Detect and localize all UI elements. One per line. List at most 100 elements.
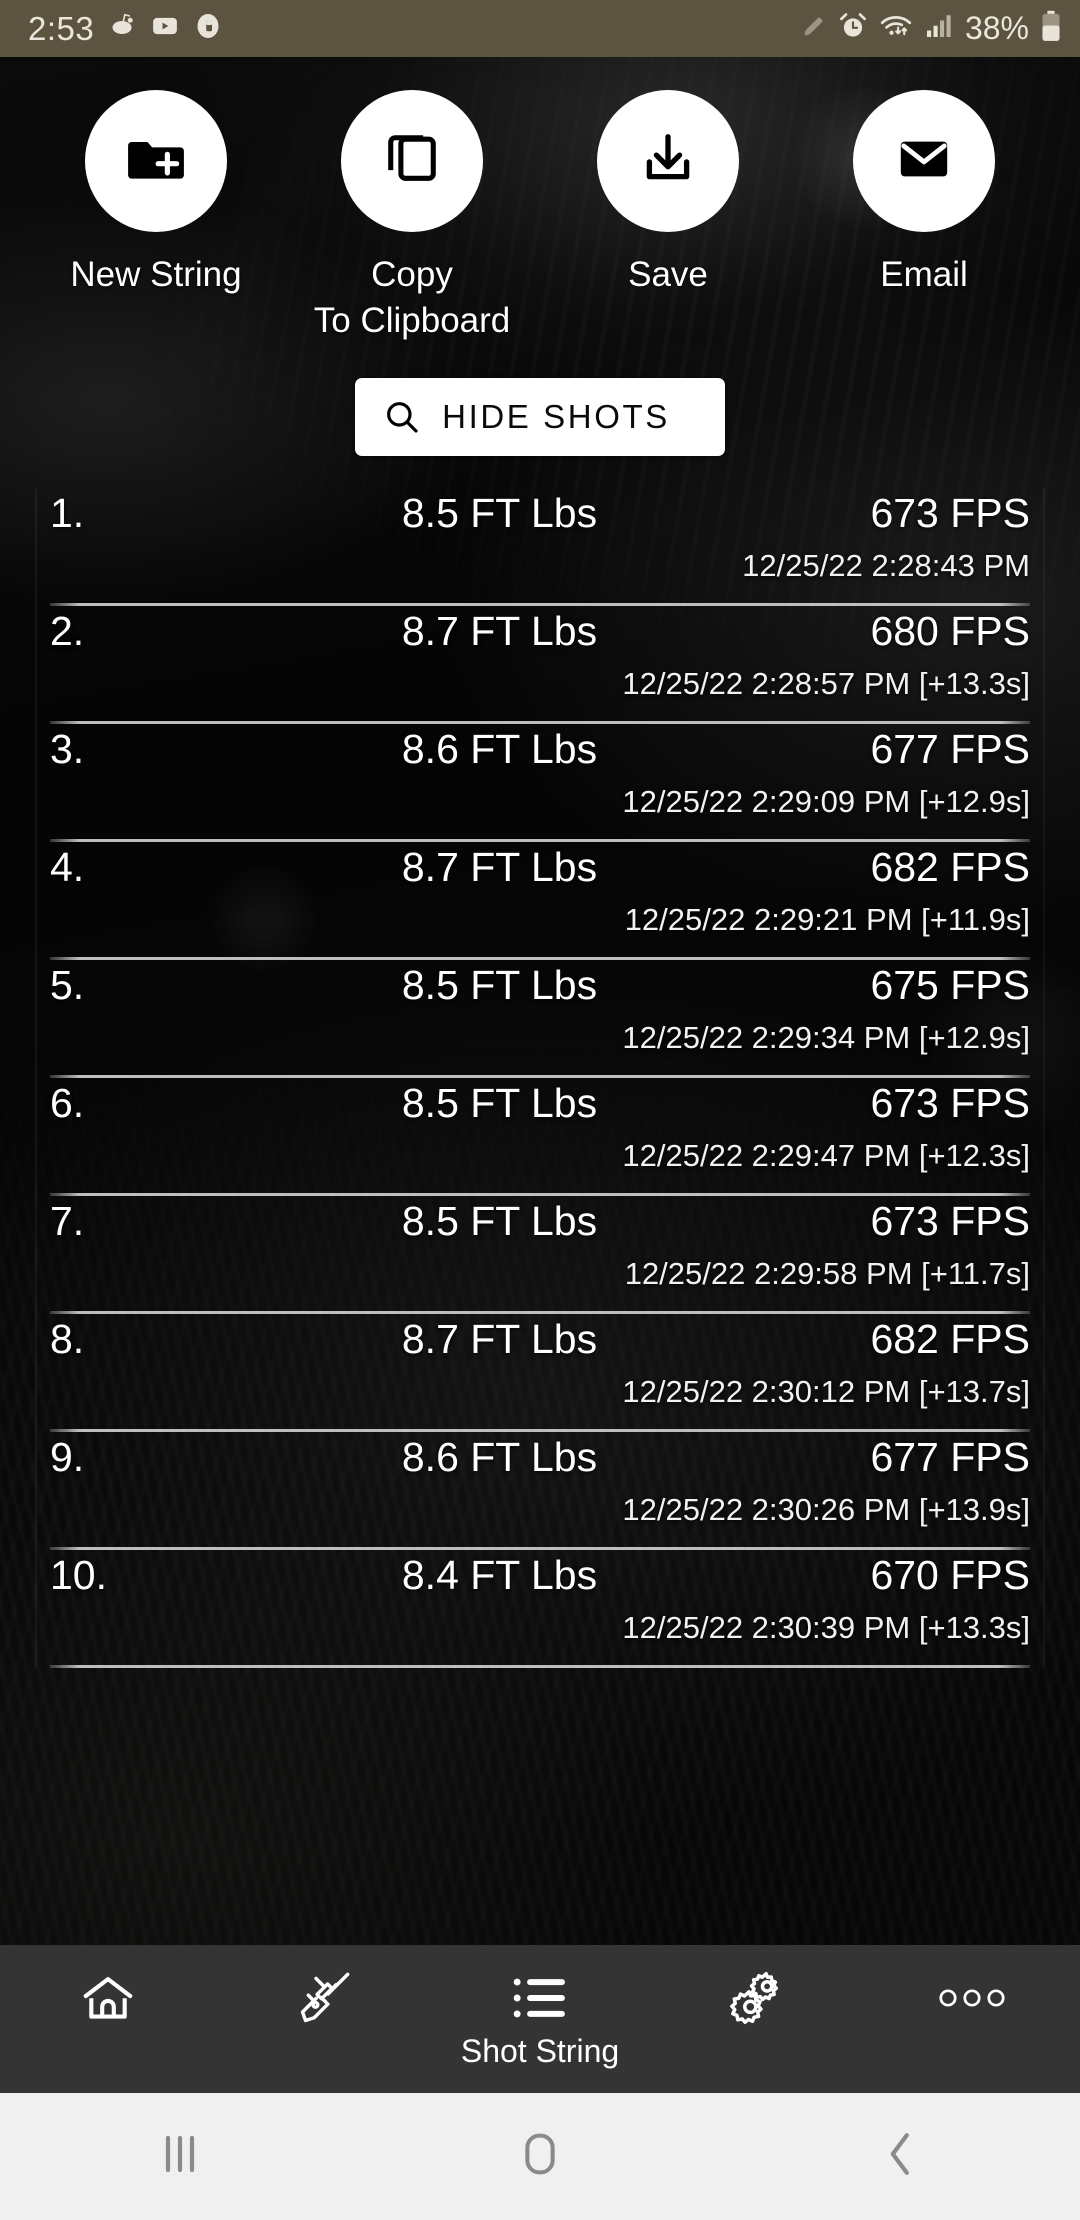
hide-shots-button[interactable]: HIDE SHOTS — [355, 378, 725, 456]
nav-item-more[interactable] — [864, 1945, 1080, 2029]
copy-to-clipboard-button-label: Copy To Clipboard — [314, 252, 511, 344]
nav-item-settings[interactable] — [648, 1945, 864, 2029]
shot-string-list[interactable]: 1. 8.5 FT Lbs 673 FPS 12/25/22 2:28:43 PM 2.… — [0, 488, 1080, 1668]
save-button[interactable]: Save — [540, 90, 796, 344]
nav-item-rifle[interactable] — [216, 1945, 432, 2029]
main-content: New String Copy To Clipboard Save Email … — [0, 57, 1080, 1945]
shot-timestamp: 12/25/22 2:30:12 PM [+13.7s] — [622, 1374, 1030, 1409]
shot-timestamp: 12/25/22 2:29:47 PM [+12.3s] — [622, 1138, 1030, 1173]
shot-index: 9. — [50, 1434, 85, 1480]
shot-timestamp: 12/25/22 2:29:58 PM [+11.7s] — [624, 1256, 1030, 1291]
shot-index: 8. — [50, 1316, 85, 1362]
shot-index: 4. — [50, 844, 85, 890]
shot-energy: 8.7 FT Lbs — [401, 844, 598, 890]
shot-speed: 677 FPS — [870, 726, 1030, 772]
shot-rows: 1. 8.5 FT Lbs 673 FPS 12/25/22 2:28:43 PM 2.… — [0, 488, 1080, 1668]
shot-row-main: 7. 8.5 FT Lbs 673 FPS — [50, 1196, 1030, 1252]
alarm-icon — [838, 11, 868, 46]
gears-icon — [725, 1967, 787, 2029]
home-square-icon — [517, 2128, 563, 2185]
phone-screen: 2:53 38% New String Copy To Clipboard Sa… — [0, 0, 1080, 2220]
email-button[interactable]: Email — [796, 90, 1052, 344]
shot-energy: 8.5 FT Lbs — [401, 1080, 598, 1126]
shot-speed: 682 FPS — [870, 1316, 1030, 1362]
copy-icon — [383, 130, 441, 193]
reddit-icon — [107, 11, 137, 46]
table-row[interactable]: 1. 8.5 FT Lbs 673 FPS 12/25/22 2:28:43 PM — [0, 488, 1080, 589]
shot-timestamp: 12/25/22 2:30:39 PM [+13.3s] — [622, 1610, 1030, 1645]
rifle-icon — [291, 1967, 357, 2029]
table-row[interactable]: 8. 8.7 FT Lbs 682 FPS 12/25/22 2:30:12 PM [… — [0, 1314, 1080, 1415]
home-icon — [79, 1967, 137, 2029]
nav-item-shot-string-label: Shot String — [460, 2033, 620, 2069]
shot-speed: 673 FPS — [870, 1198, 1030, 1244]
table-row[interactable]: 9. 8.6 FT Lbs 677 FPS 12/25/22 2:30:26 PM [… — [0, 1432, 1080, 1533]
table-row[interactable]: 3. 8.6 FT Lbs 677 FPS 12/25/22 2:29:09 PM [… — [0, 724, 1080, 825]
shot-row-main: 8. 8.7 FT Lbs 682 FPS — [50, 1314, 1030, 1370]
copy-label-line1: Copy — [371, 255, 453, 294]
hide-shots-button-label: HIDE SHOTS — [442, 398, 670, 435]
table-row[interactable]: 7. 8.5 FT Lbs 673 FPS 12/25/22 2:29:58 PM [… — [0, 1196, 1080, 1297]
shot-row-main: 2. 8.7 FT Lbs 680 FPS — [50, 606, 1030, 662]
shot-timestamp: 12/25/22 2:28:57 PM [+13.3s] — [622, 666, 1030, 701]
shot-index: 7. — [50, 1198, 85, 1244]
save-button-label: Save — [628, 255, 708, 294]
shot-index: 10. — [50, 1552, 107, 1598]
pocketcasts-icon — [193, 11, 223, 46]
email-button-circle[interactable] — [853, 90, 995, 232]
nav-item-home[interactable] — [0, 1945, 216, 2029]
shot-speed: 680 FPS — [870, 608, 1030, 654]
app-bottom-nav: Shot String — [0, 1945, 1080, 2093]
table-row[interactable]: 6. 8.5 FT Lbs 673 FPS 12/25/22 2:29:47 PM [… — [0, 1078, 1080, 1179]
shot-index: 6. — [50, 1080, 85, 1126]
shot-speed: 673 FPS — [870, 1080, 1030, 1126]
shot-speed: 677 FPS — [870, 1434, 1030, 1480]
shot-speed: 675 FPS — [870, 962, 1030, 1008]
new-folder-icon — [125, 128, 187, 195]
shot-row-main: 5. 8.5 FT Lbs 675 FPS — [50, 960, 1030, 1016]
copy-to-clipboard-button[interactable]: Copy To Clipboard — [284, 90, 540, 344]
shot-row-main: 9. 8.6 FT Lbs 677 FPS — [50, 1432, 1030, 1488]
new-string-button-label: New String — [70, 255, 242, 294]
nav-item-shot-string[interactable]: Shot String — [432, 1945, 648, 2070]
list-icon — [510, 1967, 570, 2029]
recents-button[interactable] — [0, 2128, 360, 2185]
table-row[interactable]: 2. 8.7 FT Lbs 680 FPS 12/25/22 2:28:57 PM [… — [0, 606, 1080, 707]
search-icon — [379, 397, 425, 437]
system-navigation-bar — [0, 2093, 1080, 2220]
table-row[interactable]: 5. 8.5 FT Lbs 675 FPS 12/25/22 2:29:34 PM [… — [0, 960, 1080, 1061]
new-string-button-circle[interactable] — [85, 90, 227, 232]
download-icon — [639, 130, 697, 193]
shot-speed: 682 FPS — [870, 844, 1030, 890]
home-button[interactable] — [360, 2128, 720, 2185]
back-icon — [880, 2128, 920, 2185]
save-button-circle[interactable] — [597, 90, 739, 232]
shot-row-main: 1. 8.5 FT Lbs 673 FPS — [50, 488, 1030, 544]
shot-speed: 673 FPS — [870, 490, 1030, 536]
more-icon — [938, 1967, 1006, 2029]
copy-to-clipboard-button-circle[interactable] — [341, 90, 483, 232]
status-bar: 2:53 38% — [0, 0, 1080, 57]
shot-energy: 8.7 FT Lbs — [401, 1316, 598, 1362]
copy-label-line2: To Clipboard — [313, 301, 511, 340]
shot-timestamp: 12/25/22 2:29:21 PM [+11.9s] — [624, 902, 1030, 937]
battery-icon — [1040, 10, 1062, 47]
shot-energy: 8.4 FT Lbs — [401, 1552, 598, 1598]
shot-index: 1. — [50, 490, 85, 536]
shot-energy: 8.7 FT Lbs — [401, 608, 598, 654]
shot-timestamp: 12/25/22 2:29:34 PM [+12.9s] — [622, 1020, 1030, 1055]
shot-row-main: 4. 8.7 FT Lbs 682 FPS — [50, 842, 1030, 898]
shot-energy: 8.5 FT Lbs — [401, 490, 598, 536]
table-row[interactable]: 10. 8.4 FT Lbs 670 FPS 12/25/22 2:30:39 PM … — [0, 1550, 1080, 1651]
shot-energy: 8.5 FT Lbs — [401, 1198, 598, 1244]
table-row[interactable]: 4. 8.7 FT Lbs 682 FPS 12/25/22 2:29:21 PM [… — [0, 842, 1080, 943]
back-button[interactable] — [720, 2128, 1080, 2185]
new-string-button[interactable]: New String — [28, 90, 284, 344]
battery-percent-label: 38% — [964, 10, 1029, 46]
status-bar-right: 38% — [800, 10, 1062, 47]
shot-row-main: 3. 8.6 FT Lbs 677 FPS — [50, 724, 1030, 780]
email-button-label: Email — [880, 255, 968, 294]
shot-timestamp: 12/25/22 2:29:09 PM [+12.9s] — [622, 784, 1030, 819]
shot-energy: 8.6 FT Lbs — [401, 1434, 598, 1480]
shot-index: 5. — [50, 962, 85, 1008]
